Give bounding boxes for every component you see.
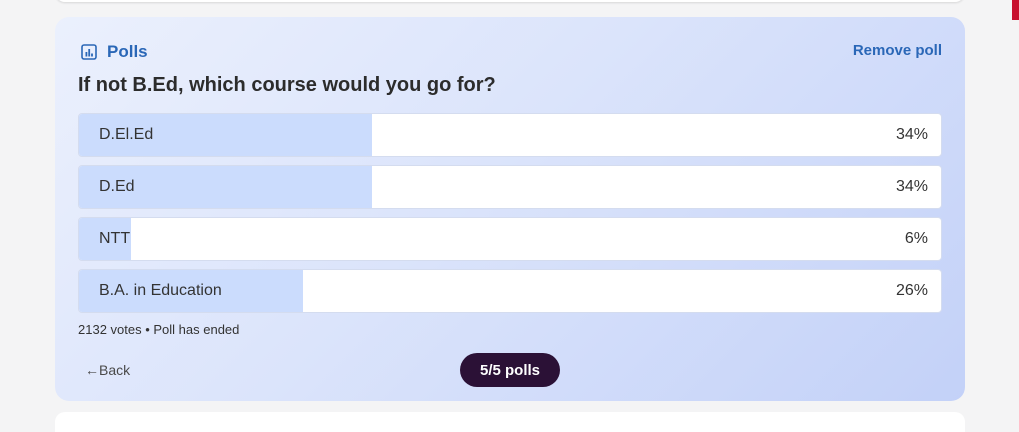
poll-option-label: D.El.Ed	[99, 126, 154, 143]
poll-option-percent: 34%	[895, 178, 928, 195]
poll-option-percent: 34%	[895, 126, 928, 143]
poll-option-percent: 26%	[895, 282, 928, 299]
bar-chart-icon	[81, 44, 97, 60]
poll-option-percent: 6%	[904, 230, 928, 247]
next-card	[55, 412, 965, 432]
poll-header-label: Polls	[107, 42, 148, 61]
scrollbar-marker	[1012, 0, 1019, 20]
poll-option[interactable]: B.A. in Education 26%	[78, 269, 942, 313]
poll-option[interactable]: NTT 6%	[78, 217, 942, 261]
poll-option-label: B.A. in Education	[99, 282, 222, 299]
previous-card	[55, 0, 965, 2]
poll-meta: 2132 votes • Poll has ended	[78, 322, 240, 337]
poll-option[interactable]: D.El.Ed 34%	[78, 113, 942, 157]
poll-question: If not B.Ed, which course would you go f…	[78, 74, 496, 96]
poll-options: D.El.Ed 34% D.Ed 34% NTT 6% B.A. in Educ…	[78, 113, 942, 321]
poll-option[interactable]: D.Ed 34%	[78, 165, 942, 209]
remove-poll-button[interactable]: Remove poll	[853, 42, 942, 59]
poll-pager-badge: 5/5 polls	[460, 353, 560, 387]
poll-option-label: D.Ed	[99, 178, 135, 195]
back-button[interactable]: ←Back	[85, 362, 130, 378]
poll-header: Polls	[81, 42, 148, 62]
poll-option-label: NTT	[99, 230, 131, 247]
poll-card: Polls Remove poll If not B.Ed, which cou…	[55, 17, 965, 401]
